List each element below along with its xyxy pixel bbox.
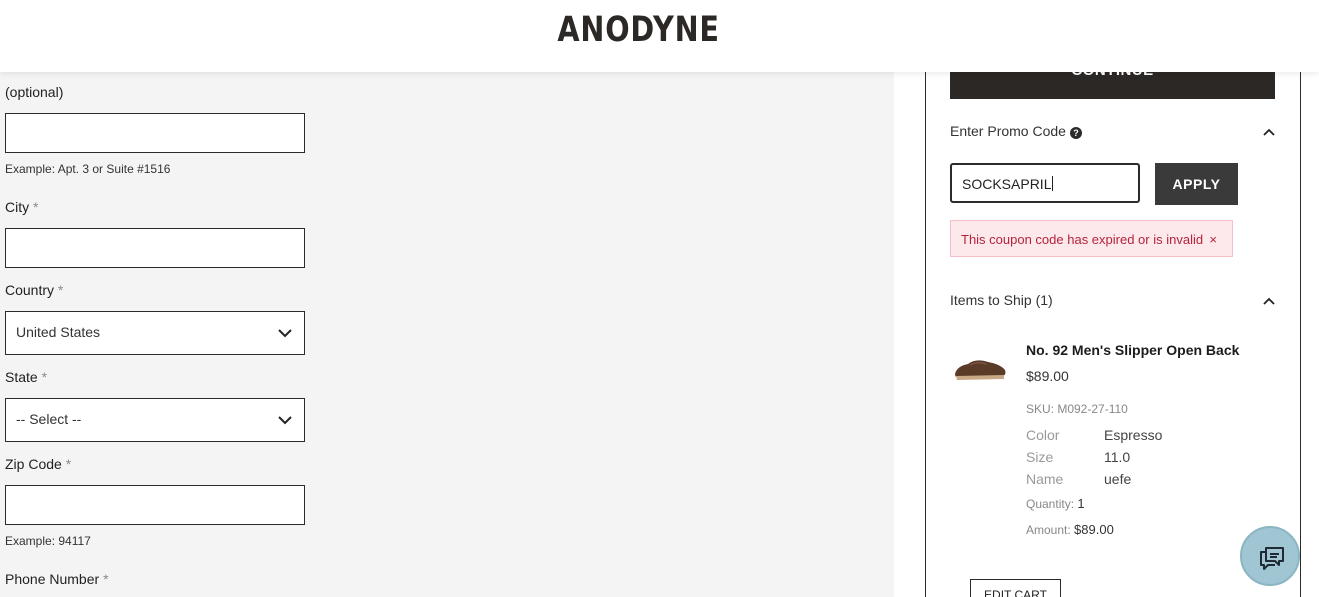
question-circle-icon[interactable]: ? bbox=[1069, 127, 1082, 139]
country-label-text: Country bbox=[5, 282, 55, 298]
required-mark: * bbox=[41, 369, 48, 385]
zip-label-text: Zip Code bbox=[5, 456, 62, 472]
edit-cart-button[interactable]: EDIT CART bbox=[970, 579, 1061, 597]
zip-hint: Example: 94117 bbox=[5, 534, 91, 548]
chat-bubble-icon bbox=[1260, 547, 1284, 570]
chevron-down-icon bbox=[278, 416, 292, 425]
promo-code-input[interactable]: SOCKSAPRIL bbox=[950, 163, 1140, 203]
product-sku: SKU: M092-27-110 bbox=[1026, 402, 1128, 416]
state-select-value: -- Select -- bbox=[16, 411, 82, 427]
required-mark: * bbox=[33, 199, 39, 215]
attr-size-value: 11.0 bbox=[1104, 449, 1131, 465]
state-label: State * bbox=[5, 369, 47, 385]
product-price: $89.00 bbox=[1026, 368, 1069, 384]
zip-input[interactable] bbox=[5, 485, 305, 525]
attr-color-value: Espresso bbox=[1104, 427, 1163, 443]
items-to-ship-toggle[interactable]: Items to Ship (1) bbox=[950, 292, 1053, 308]
quantity-line: Quantity: 1 bbox=[1026, 496, 1085, 511]
coupon-error-message: This coupon code has expired or is inval… bbox=[961, 232, 1204, 247]
country-label: Country * bbox=[5, 282, 63, 298]
chevron-up-icon[interactable] bbox=[1263, 295, 1275, 307]
required-mark: * bbox=[103, 571, 109, 587]
address2-input[interactable] bbox=[5, 113, 305, 153]
phone-label: Phone Number * bbox=[5, 571, 109, 587]
phone-label-text: Phone Number bbox=[5, 571, 100, 587]
required-mark: * bbox=[65, 456, 72, 472]
coupon-error-alert: This coupon code has expired or is inval… bbox=[950, 220, 1233, 257]
city-input[interactable] bbox=[5, 228, 305, 268]
state-label-text: State bbox=[5, 369, 38, 385]
promo-code-title: Enter Promo Code bbox=[950, 123, 1066, 139]
country-select-value: United States bbox=[16, 324, 101, 340]
address2-label: (optional) bbox=[5, 84, 64, 100]
amount-line: Amount: $89.00 bbox=[1026, 522, 1114, 537]
city-label-text: City bbox=[5, 199, 30, 215]
chevron-up-icon[interactable] bbox=[1263, 126, 1275, 138]
promo-code-toggle[interactable]: Enter Promo Code? bbox=[950, 123, 1082, 139]
required-mark: * bbox=[57, 282, 64, 298]
state-select[interactable]: -- Select -- bbox=[5, 398, 305, 442]
quantity-value: 1 bbox=[1077, 496, 1085, 511]
brand-logo[interactable]: ANODYNE bbox=[115, 10, 1162, 50]
quantity-label: Quantity: bbox=[1026, 497, 1075, 511]
apply-promo-button[interactable]: APPLY bbox=[1155, 163, 1238, 205]
attr-color-label: Color bbox=[1026, 427, 1060, 443]
amount-label: Amount: bbox=[1026, 523, 1071, 537]
zip-label: Zip Code * bbox=[5, 456, 71, 472]
chat-button[interactable] bbox=[1240, 526, 1300, 586]
city-label: City * bbox=[5, 199, 38, 215]
chevron-down-icon bbox=[278, 329, 292, 338]
product-thumbnail[interactable] bbox=[952, 352, 1008, 382]
address2-hint: Example: Apt. 3 or Suite #1516 bbox=[5, 162, 171, 176]
country-select[interactable]: United States bbox=[5, 311, 305, 355]
promo-code-text: SOCKSAPRIL bbox=[962, 176, 1052, 192]
site-header: ANODYNE bbox=[0, 0, 1319, 72]
promo-code-value: SOCKSAPRIL bbox=[962, 176, 1054, 192]
attr-name-value: uefe bbox=[1104, 471, 1132, 487]
product-name[interactable]: No. 92 Men's Slipper Open Back bbox=[1026, 342, 1239, 358]
attr-size-label: Size bbox=[1026, 449, 1054, 465]
text-caret bbox=[1052, 176, 1054, 191]
amount-value: $89.00 bbox=[1074, 522, 1114, 537]
close-icon[interactable]: × bbox=[1209, 232, 1217, 247]
attr-name-label: Name bbox=[1026, 471, 1064, 487]
